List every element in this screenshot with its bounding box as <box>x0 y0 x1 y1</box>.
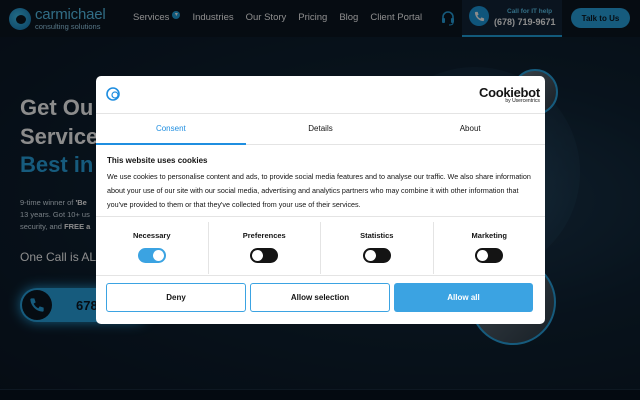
cookie-consent-dialog: Cookiebot by Usercentrics Consent Detail… <box>96 76 545 324</box>
dialog-body: We use cookies to personalise content an… <box>107 172 531 209</box>
tab-consent[interactable]: Consent <box>96 114 246 145</box>
allow-selection-button[interactable]: Allow selection <box>250 283 390 312</box>
cookiebot-logo[interactable]: Cookiebot by Usercentrics <box>479 86 540 104</box>
dialog-heading: This website uses cookies <box>107 156 208 165</box>
toggle-preferences: Preferences <box>209 222 321 274</box>
toggle-necessary: Necessary <box>96 222 209 274</box>
necessary-switch[interactable] <box>137 248 166 263</box>
cookie-toggles: Necessary Preferences Statistics Marketi… <box>96 222 545 274</box>
divider <box>96 216 545 217</box>
preferences-switch[interactable] <box>250 248 279 263</box>
site-logo-icon <box>106 87 120 101</box>
statistics-switch[interactable] <box>362 248 391 263</box>
toggle-marketing: Marketing <box>434 222 546 274</box>
deny-button[interactable]: Deny <box>106 283 246 312</box>
consent-tabs: Consent Details About <box>96 113 545 145</box>
tab-about[interactable]: About <box>395 114 545 144</box>
toggle-statistics: Statistics <box>321 222 434 274</box>
marketing-switch[interactable] <box>475 248 504 263</box>
divider <box>96 275 545 276</box>
tab-details[interactable]: Details <box>246 114 396 144</box>
allow-all-button[interactable]: Allow all <box>394 283 533 312</box>
